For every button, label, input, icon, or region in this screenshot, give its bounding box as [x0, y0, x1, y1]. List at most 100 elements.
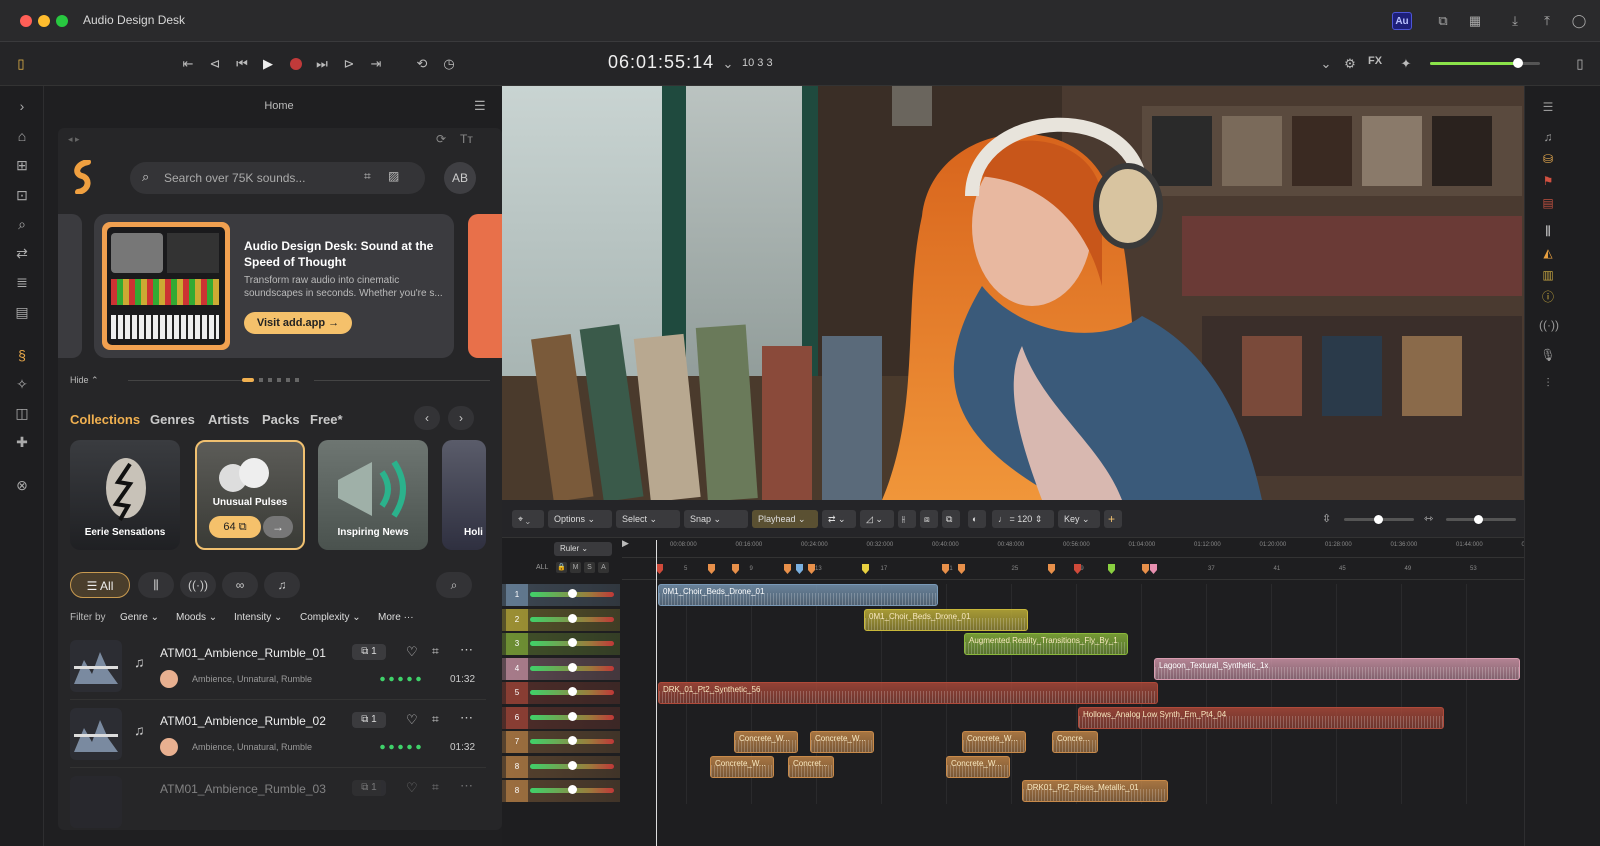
- timeline-marker[interactable]: [1048, 564, 1055, 574]
- collection-count-badge[interactable]: ⧉ 1: [352, 712, 386, 728]
- tab-collections[interactable]: Collections: [70, 412, 140, 427]
- list-item[interactable]: ♫ ATM01_Ambience_Rumble_01 Ambience, Unn…: [70, 636, 486, 700]
- markers-icon[interactable]: ⚑: [1539, 172, 1557, 190]
- group-icon[interactable]: ⧉: [942, 510, 960, 528]
- track-header[interactable]: 1: [502, 584, 620, 606]
- export-icon[interactable]: ⤒: [1538, 12, 1556, 30]
- gear-icon[interactable]: ⚙: [1340, 54, 1360, 74]
- visit-site-button[interactable]: Visit add.app →: [244, 312, 352, 334]
- audio-clip[interactable]: Hollows_Analog Low Synth_Em_Pt4_04: [1078, 706, 1444, 729]
- track-volume-fader[interactable]: [530, 785, 614, 794]
- fader-knob[interactable]: [568, 589, 577, 598]
- select-dropdown[interactable]: Select ⌄: [616, 510, 680, 528]
- tab-packs[interactable]: Packs: [262, 412, 300, 427]
- track-volume-fader[interactable]: [530, 711, 614, 721]
- next-marker-icon[interactable]: ⊳: [339, 54, 359, 74]
- fx-button[interactable]: FX: [1368, 55, 1382, 67]
- fader-knob[interactable]: [568, 760, 577, 770]
- vertical-zoom-slider[interactable]: [1344, 515, 1414, 524]
- collection-count-badge[interactable]: 64 ⧉: [209, 516, 261, 538]
- options-dropdown[interactable]: Options ⌄: [548, 510, 612, 528]
- search-input[interactable]: [164, 170, 354, 186]
- refresh-icon[interactable]: ⟳: [436, 132, 446, 146]
- chevron-down-icon[interactable]: ⌄: [718, 54, 738, 74]
- tab-artists[interactable]: Artists: [208, 412, 249, 427]
- marker-lane[interactable]: 59131721252933374145495357: [622, 558, 1542, 580]
- playhead-line[interactable]: [656, 540, 657, 846]
- expand-icon[interactable]: ›: [12, 96, 32, 116]
- close-window-button[interactable]: [20, 15, 32, 27]
- more-filter-dropdown[interactable]: More ···: [378, 612, 414, 623]
- timeline-marker[interactable]: [732, 564, 739, 574]
- timeline-marker[interactable]: [808, 564, 815, 574]
- collection-card-inspiring-news[interactable]: Inspiring News: [318, 440, 428, 550]
- audio-clip[interactable]: 0M1_Choir_Beds_Drone_01: [658, 584, 938, 606]
- collection-count-badge[interactable]: ⧉ 1: [352, 780, 386, 796]
- loop-icon[interactable]: ⟲: [412, 54, 432, 74]
- hamburger-menu-icon[interactable]: ☰: [474, 98, 486, 114]
- video-preview[interactable]: [502, 86, 1524, 500]
- time-ruler[interactable]: 00:08:000 00:16:000 00:24:000 00:32:000 00:4…: [622, 538, 1548, 558]
- horizontal-zoom-slider[interactable]: [1446, 515, 1516, 524]
- track-volume-fader[interactable]: [530, 687, 614, 696]
- levels-icon[interactable]: ▥: [1539, 266, 1557, 284]
- sidebar-toggle-icon[interactable]: ▯: [11, 54, 31, 74]
- timeline-marker[interactable]: [708, 564, 715, 574]
- slider-knob[interactable]: [1374, 515, 1383, 524]
- zoom-window-button[interactable]: [56, 15, 68, 27]
- tab-genres[interactable]: Genres: [150, 412, 195, 427]
- carousel-dot-active[interactable]: [242, 378, 254, 382]
- carousel-previous-card[interactable]: [58, 214, 82, 358]
- track-volume-fader[interactable]: [530, 613, 614, 623]
- plugin-icon[interactable]: ✚: [12, 432, 32, 452]
- timeline-marker[interactable]: [1150, 564, 1157, 574]
- track-volume-fader[interactable]: [530, 589, 614, 598]
- text-size-icon[interactable]: Tт: [460, 132, 473, 146]
- right-panel-toggle-icon[interactable]: ▯: [1570, 54, 1590, 74]
- timeline-marker[interactable]: [796, 564, 803, 574]
- link-icon[interactable]: ⧈: [920, 510, 938, 528]
- fader-knob[interactable]: [568, 662, 577, 672]
- split-icon[interactable]: ⫲: [898, 510, 916, 528]
- audition-badge[interactable]: Au: [1392, 12, 1412, 30]
- snap-dropdown[interactable]: Snap ⌄: [684, 510, 748, 528]
- fade-icon[interactable]: ◿ ⌄: [860, 510, 894, 528]
- ruler-dropdown[interactable]: Ruler ⌄: [554, 542, 612, 556]
- go-to-start-icon[interactable]: ⇤: [178, 54, 198, 74]
- audio-clip[interactable]: Concrete_W...: [946, 755, 1010, 778]
- waveform-filter-icon[interactable]: ⫼: [138, 572, 174, 598]
- slider-knob[interactable]: [1474, 515, 1483, 524]
- table-icon[interactable]: ▦: [1466, 12, 1484, 30]
- audio-clip[interactable]: Concrete_W...: [734, 731, 798, 753]
- loop-filter-icon[interactable]: ∞: [222, 572, 258, 598]
- master-volume-knob[interactable]: [1513, 58, 1523, 68]
- audio-clip[interactable]: Lagoon_Textural_Synthetic_1x: [1154, 657, 1520, 680]
- tempo-field[interactable]: ♩ = 120 ⇕: [992, 510, 1054, 528]
- moods-filter-dropdown[interactable]: Moods ⌄: [176, 612, 217, 623]
- heart-icon[interactable]: ♡: [406, 644, 418, 660]
- track-header[interactable]: 8: [502, 755, 620, 778]
- back-forward-icon[interactable]: ◂ ▸: [68, 134, 80, 145]
- filter-all-button[interactable]: ☰ All: [70, 572, 130, 598]
- sound-name[interactable]: ATM01_Ambience_Rumble_03: [160, 782, 326, 796]
- hamburger-menu-icon[interactable]: ☰: [1539, 98, 1557, 116]
- mirror-icon[interactable]: ◐: [968, 510, 986, 528]
- more-options-icon[interactable]: ⋯: [460, 642, 473, 658]
- chevron-right-icon[interactable]: ›: [448, 406, 474, 430]
- complexity-filter-dropdown[interactable]: Complexity ⌄: [300, 612, 361, 623]
- play-icon[interactable]: ▶: [258, 54, 278, 74]
- collection-count-badge[interactable]: ⧉ 1: [352, 644, 386, 660]
- image-search-icon[interactable]: ▨: [388, 169, 399, 183]
- similar-search-icon[interactable]: ⌗: [432, 644, 439, 659]
- broadcast-icon[interactable]: ((·)): [1539, 316, 1559, 334]
- audio-clip[interactable]: Concret...: [788, 755, 834, 778]
- track-header[interactable]: 4: [502, 657, 620, 680]
- playhead-dropdown[interactable]: Playhead ⌄: [752, 510, 818, 528]
- grid-icon[interactable]: ⊞: [12, 155, 32, 175]
- fader-knob[interactable]: [568, 736, 577, 745]
- swap-icon[interactable]: ⇄: [12, 243, 32, 263]
- track-lanes[interactable]: 0M1_Choir_Beds_Drone_01 0M1_Choir_Beds_Dr…: [622, 584, 1524, 804]
- chevron-left-icon[interactable]: ‹: [414, 406, 440, 430]
- search-icon[interactable]: ⌕: [12, 214, 32, 234]
- import-icon[interactable]: ⤓: [1506, 12, 1524, 30]
